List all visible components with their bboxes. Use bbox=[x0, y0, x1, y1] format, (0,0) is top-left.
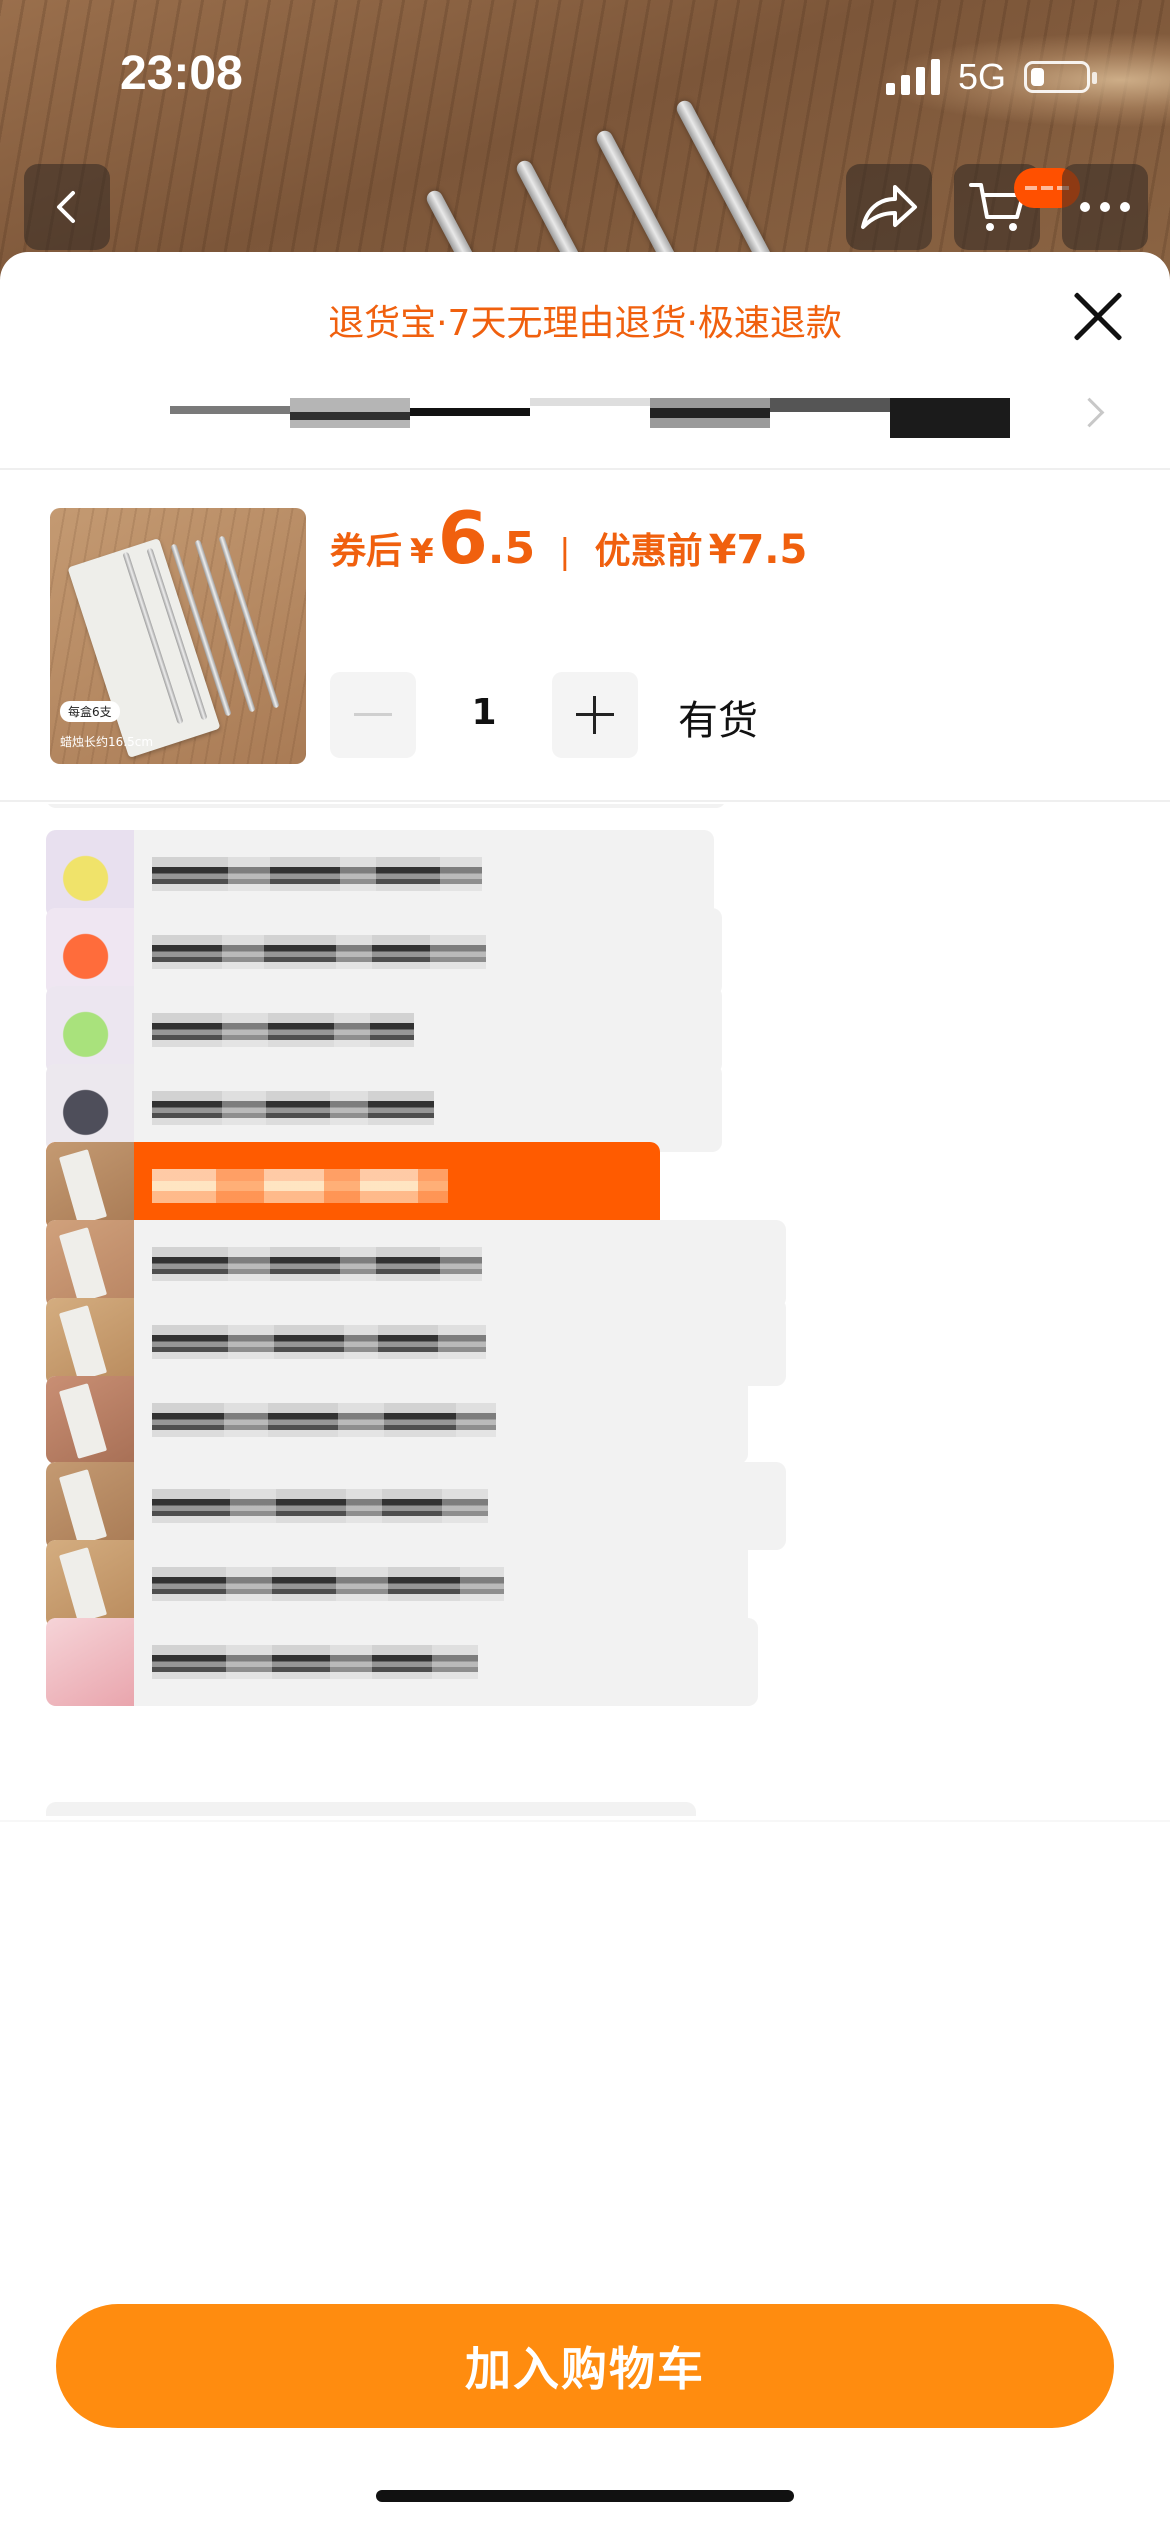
price-label: 券后 bbox=[330, 531, 403, 572]
original-price: ¥7.5 bbox=[708, 527, 808, 573]
option-label bbox=[152, 1462, 488, 1550]
option-thumbnail bbox=[46, 1462, 134, 1550]
option-thumbnail bbox=[46, 986, 134, 1074]
option-thumbnail bbox=[46, 1142, 134, 1230]
decrease-quantity-button[interactable] bbox=[330, 672, 416, 758]
option-item[interactable] bbox=[46, 908, 722, 996]
option-thumbnail bbox=[46, 830, 134, 918]
return-guarantee-banner: 退货宝·7天无理由退货·极速退款 bbox=[328, 303, 842, 344]
option-item[interactable] bbox=[46, 1376, 748, 1464]
signal-icon bbox=[885, 59, 940, 95]
option-thumbnail bbox=[46, 1540, 134, 1628]
option-label bbox=[152, 830, 482, 918]
chevron-left-icon bbox=[57, 191, 75, 223]
option-thumbnail bbox=[46, 1064, 134, 1152]
price-separator: | bbox=[559, 532, 571, 572]
original-price-label: 优惠前 bbox=[594, 531, 703, 572]
divider bbox=[0, 468, 1170, 470]
option-item[interactable] bbox=[46, 1462, 786, 1550]
option-thumbnail bbox=[46, 1220, 134, 1308]
more-button[interactable] bbox=[1062, 164, 1148, 250]
option-list[interactable] bbox=[0, 804, 1170, 1816]
option-item[interactable] bbox=[46, 1540, 748, 1628]
home-indicator bbox=[376, 2490, 794, 2502]
sku-selector-sheet: 退货宝·7天无理由退货·极速退款 每盒6支 蜡烛长约16.5cm 券后 ¥ 6 … bbox=[0, 252, 1170, 2532]
option-label bbox=[152, 986, 414, 1074]
option-label bbox=[152, 908, 486, 996]
option-item[interactable] bbox=[46, 1298, 786, 1386]
add-to-cart-button[interactable]: 加入购物车 bbox=[56, 2304, 1114, 2428]
quantity-value[interactable]: 1 bbox=[434, 692, 534, 733]
option-thumbnail bbox=[46, 1376, 134, 1464]
more-dots-icon bbox=[1080, 202, 1130, 212]
price-row: 券后 ¥ 6 .5 | 优惠前 ¥7.5 bbox=[330, 496, 807, 580]
price-integer: 6 bbox=[437, 496, 488, 580]
option-item[interactable] bbox=[46, 1220, 786, 1308]
option-item[interactable] bbox=[46, 1618, 758, 1706]
minus-icon bbox=[354, 713, 392, 716]
option-label bbox=[152, 1298, 486, 1386]
option-label bbox=[152, 1142, 448, 1230]
plus-icon-vertical bbox=[593, 696, 596, 734]
option-thumbnail bbox=[46, 1618, 134, 1706]
divider bbox=[0, 1820, 1170, 1822]
option-item[interactable] bbox=[46, 830, 714, 918]
option-label bbox=[152, 1220, 482, 1308]
currency-symbol: ¥ bbox=[410, 532, 434, 572]
option-item[interactable] bbox=[46, 1064, 722, 1152]
battery-icon bbox=[1024, 61, 1097, 93]
option-label bbox=[152, 1618, 478, 1706]
add-to-cart-label: 加入购物车 bbox=[465, 2342, 705, 2396]
divider bbox=[0, 800, 1170, 802]
status-time: 23:08 bbox=[120, 47, 243, 100]
thumb-tag: 每盒6支 bbox=[60, 701, 120, 722]
option-item-partial[interactable] bbox=[46, 804, 726, 808]
option-item-partial[interactable] bbox=[46, 1802, 696, 1816]
network-label: 5G bbox=[957, 56, 1006, 97]
share-arrow-icon bbox=[861, 185, 917, 229]
price-decimal: .5 bbox=[487, 523, 536, 574]
stock-status: 有货 bbox=[678, 698, 758, 744]
option-label bbox=[152, 1376, 496, 1464]
option-thumbnail bbox=[46, 1298, 134, 1386]
option-label bbox=[152, 1540, 504, 1628]
back-button[interactable] bbox=[24, 164, 110, 250]
thumb-note: 蜡烛长约16.5cm bbox=[60, 735, 154, 749]
selected-spec-text[interactable] bbox=[170, 398, 1016, 440]
close-icon[interactable] bbox=[1070, 288, 1126, 344]
cart-button[interactable] bbox=[954, 164, 1080, 250]
increase-quantity-button[interactable] bbox=[552, 672, 638, 758]
option-label bbox=[152, 1064, 434, 1152]
share-button[interactable] bbox=[846, 164, 932, 250]
option-thumbnail bbox=[46, 908, 134, 996]
product-thumbnail[interactable]: 每盒6支 蜡烛长约16.5cm bbox=[50, 508, 306, 764]
chevron-right-icon[interactable] bbox=[1074, 397, 1105, 428]
option-item-selected[interactable] bbox=[46, 1142, 660, 1230]
option-item[interactable] bbox=[46, 986, 722, 1074]
status-icons: 5G bbox=[885, 56, 1097, 98]
